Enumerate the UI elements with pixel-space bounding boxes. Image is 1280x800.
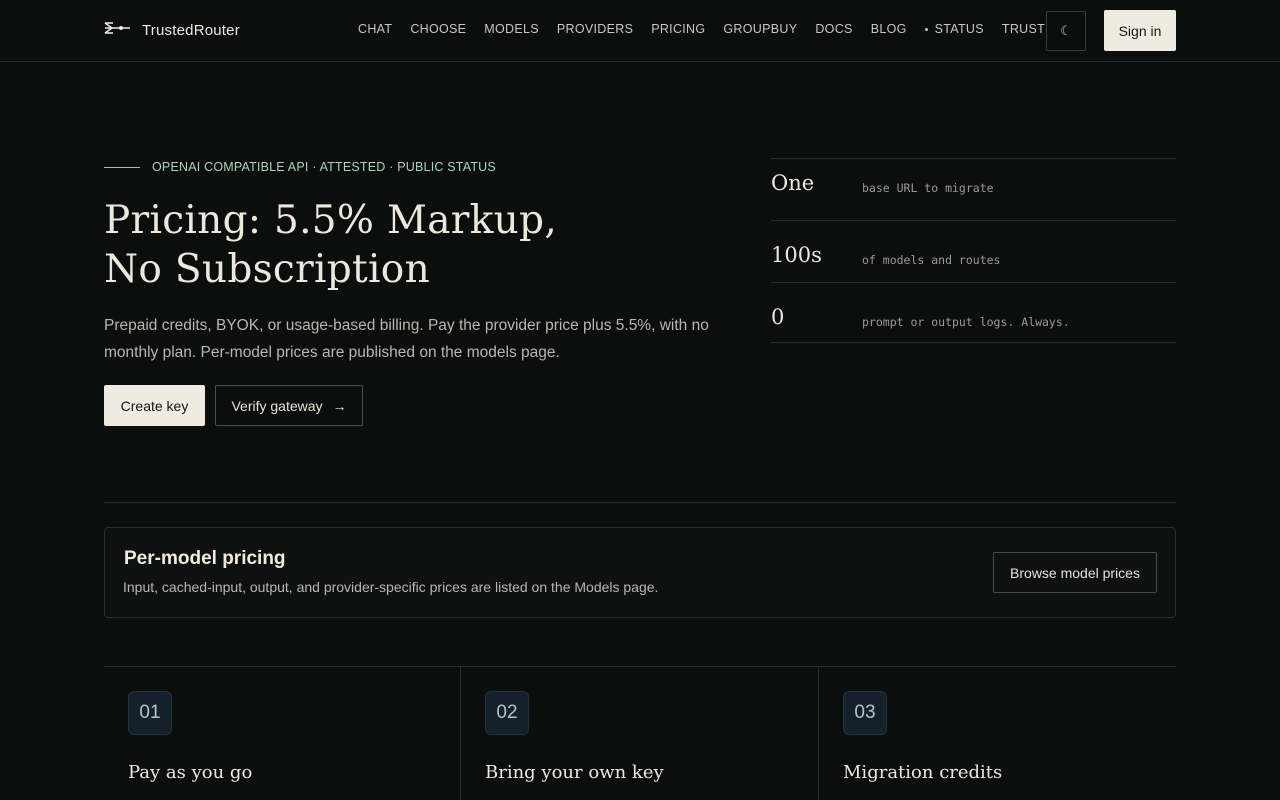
feature-title: Pay as you go xyxy=(128,762,253,783)
eyebrow-text: OPENAI COMPATIBLE API · ATTESTED · PUBLI… xyxy=(152,160,496,174)
nav-providers[interactable]: PROVIDERS xyxy=(557,22,633,36)
stat-label: of models and routes xyxy=(862,253,1001,267)
nav-trust[interactable]: TRUST xyxy=(1002,22,1045,36)
features-grid: 01 Pay as you go 02 Bring your own key 0… xyxy=(104,666,1176,800)
card-title: Per-model pricing xyxy=(124,548,286,569)
theme-toggle-button[interactable]: ☾ xyxy=(1046,11,1086,51)
nav-choose[interactable]: CHOOSE xyxy=(410,22,466,36)
browse-model-prices-button[interactable]: Browse model prices xyxy=(993,552,1157,593)
nav-blog[interactable]: BLOG xyxy=(871,22,907,36)
feature-number-badge: 02 xyxy=(485,691,529,735)
hero-description: Prepaid credits, BYOK, or usage-based bi… xyxy=(104,317,709,361)
nav-chat[interactable]: CHAT xyxy=(358,22,392,36)
hero-eyebrow: OPENAI COMPATIBLE API · ATTESTED · PUBLI… xyxy=(104,159,496,175)
nav-status[interactable]: STATUS xyxy=(924,22,984,36)
page-title-line-2: No Subscription xyxy=(104,247,430,292)
nav-pricing[interactable]: PRICING xyxy=(651,22,705,36)
nav-status-label: STATUS xyxy=(934,22,984,36)
verify-gateway-label: Verify gateway xyxy=(231,397,323,414)
nav-models[interactable]: MODELS xyxy=(484,22,539,36)
status-dot-icon xyxy=(924,28,928,32)
stat-label: prompt or output logs. Always. xyxy=(862,315,1070,329)
stat-value: One xyxy=(771,171,815,195)
verify-gateway-button[interactable]: Verify gateway → xyxy=(215,385,363,426)
section-divider xyxy=(104,502,1176,503)
page-title-line-1: Pricing: 5.5% Markup, xyxy=(104,198,558,243)
stat-row: 0 prompt or output logs. Always. xyxy=(771,282,1176,343)
feature-migration-credits: 03 Migration credits xyxy=(819,667,1176,800)
brand-name: TrustedRouter xyxy=(142,21,240,39)
feature-number-badge: 01 xyxy=(128,691,172,735)
nav-docs[interactable]: DOCS xyxy=(815,22,852,36)
feature-pay-as-you-go: 01 Pay as you go xyxy=(104,667,461,800)
page-title: Pricing: 5.5% Markup, No Subscription xyxy=(104,196,704,294)
top-navigation-bar: TrustedRouter CHAT CHOOSE MODELS PROVIDE… xyxy=(0,0,1280,62)
stat-value: 100s xyxy=(771,243,822,267)
moon-icon: ☾ xyxy=(1060,23,1072,38)
stat-label: base URL to migrate xyxy=(862,181,994,195)
eyebrow-line xyxy=(104,166,140,168)
main-nav: CHAT CHOOSE MODELS PROVIDERS PRICING GRO… xyxy=(358,20,1063,38)
create-key-button[interactable]: Create key xyxy=(104,385,205,426)
arrow-right-icon: → xyxy=(332,397,347,414)
stat-row: One base URL to migrate xyxy=(771,158,1176,220)
feature-number-badge: 03 xyxy=(843,691,887,735)
nav-groupbuy[interactable]: GROUPBUY xyxy=(723,22,797,36)
feature-bring-your-own-key: 02 Bring your own key xyxy=(461,667,819,800)
stat-value: 0 xyxy=(771,305,785,329)
router-logo-icon xyxy=(104,20,132,41)
card-description: Input, cached-input, output, and provide… xyxy=(123,579,659,595)
per-model-pricing-card: Per-model pricing Input, cached-input, o… xyxy=(104,527,1176,618)
feature-title: Bring your own key xyxy=(485,762,664,783)
stats-list: One base URL to migrate 100s of models a… xyxy=(771,158,1176,343)
stat-row: 100s of models and routes xyxy=(771,220,1176,282)
brand-logo-link[interactable]: TrustedRouter xyxy=(104,19,240,41)
feature-title: Migration credits xyxy=(843,762,1003,783)
sign-in-button[interactable]: Sign in xyxy=(1104,10,1176,51)
